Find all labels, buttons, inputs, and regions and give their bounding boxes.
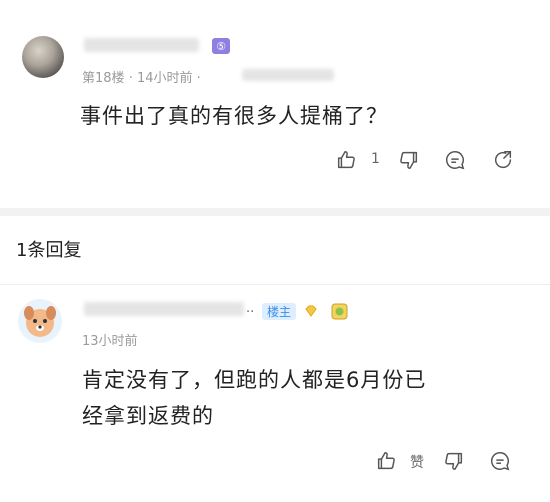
thumbs-up-icon xyxy=(337,151,355,169)
owner-badge-text: 楼主 xyxy=(266,305,291,319)
meta-separator: · xyxy=(196,71,201,86)
comment-text: 事件出了真的有很多人提桶了？ xyxy=(80,104,388,128)
replier-avatar[interactable] xyxy=(18,299,62,343)
chat-bubble-icon xyxy=(491,452,510,471)
reply-button[interactable] xyxy=(443,148,467,172)
commenter-location xyxy=(242,69,334,81)
meta-separator: · xyxy=(128,71,137,86)
floor-number: 第18楼 xyxy=(82,71,125,86)
like-button[interactable] xyxy=(334,148,358,172)
medal-badge xyxy=(330,302,348,320)
like-count: 1 xyxy=(371,151,380,167)
dog-avatar-icon xyxy=(24,306,56,337)
diamond-icon xyxy=(305,305,317,317)
reply-comment-button[interactable] xyxy=(488,449,512,473)
comment-time: 14小时前 xyxy=(136,71,193,86)
reply-dislike-button[interactable] xyxy=(442,449,466,473)
replier-username[interactable] xyxy=(84,302,244,316)
thumbs-up-icon xyxy=(377,452,395,470)
diamond-badge xyxy=(302,302,320,320)
replies-header: 1条回复 xyxy=(16,240,82,261)
thumbs-down-icon xyxy=(445,452,463,470)
reply-text-line2: 经拿到返费的 xyxy=(82,404,214,428)
header-divider xyxy=(0,284,550,285)
commenter-username[interactable] xyxy=(84,38,199,52)
username-ellipsis: .. xyxy=(246,301,255,316)
reply-text-line1: 肯定没有了，但跑的人都是6月份已 xyxy=(82,368,427,392)
reply-time: 13小时前 xyxy=(82,334,138,349)
share-button[interactable] xyxy=(491,148,515,172)
chat-bubble-icon xyxy=(446,151,465,170)
commenter-avatar[interactable] xyxy=(22,36,64,78)
reply-like-button[interactable] xyxy=(374,449,398,473)
share-icon xyxy=(495,151,512,169)
level-badge-text: ⑤ xyxy=(216,39,226,53)
medal-icon xyxy=(331,303,347,319)
section-divider xyxy=(0,208,550,216)
dislike-button[interactable] xyxy=(397,148,421,172)
reply-like-label: 赞 xyxy=(410,455,424,471)
user-level-badge: ⑤ xyxy=(212,38,230,54)
owner-badge: 楼主 xyxy=(262,303,296,320)
comment-meta: 第18楼 · 14小时前 · xyxy=(82,67,201,86)
thumbs-down-icon xyxy=(400,151,418,169)
